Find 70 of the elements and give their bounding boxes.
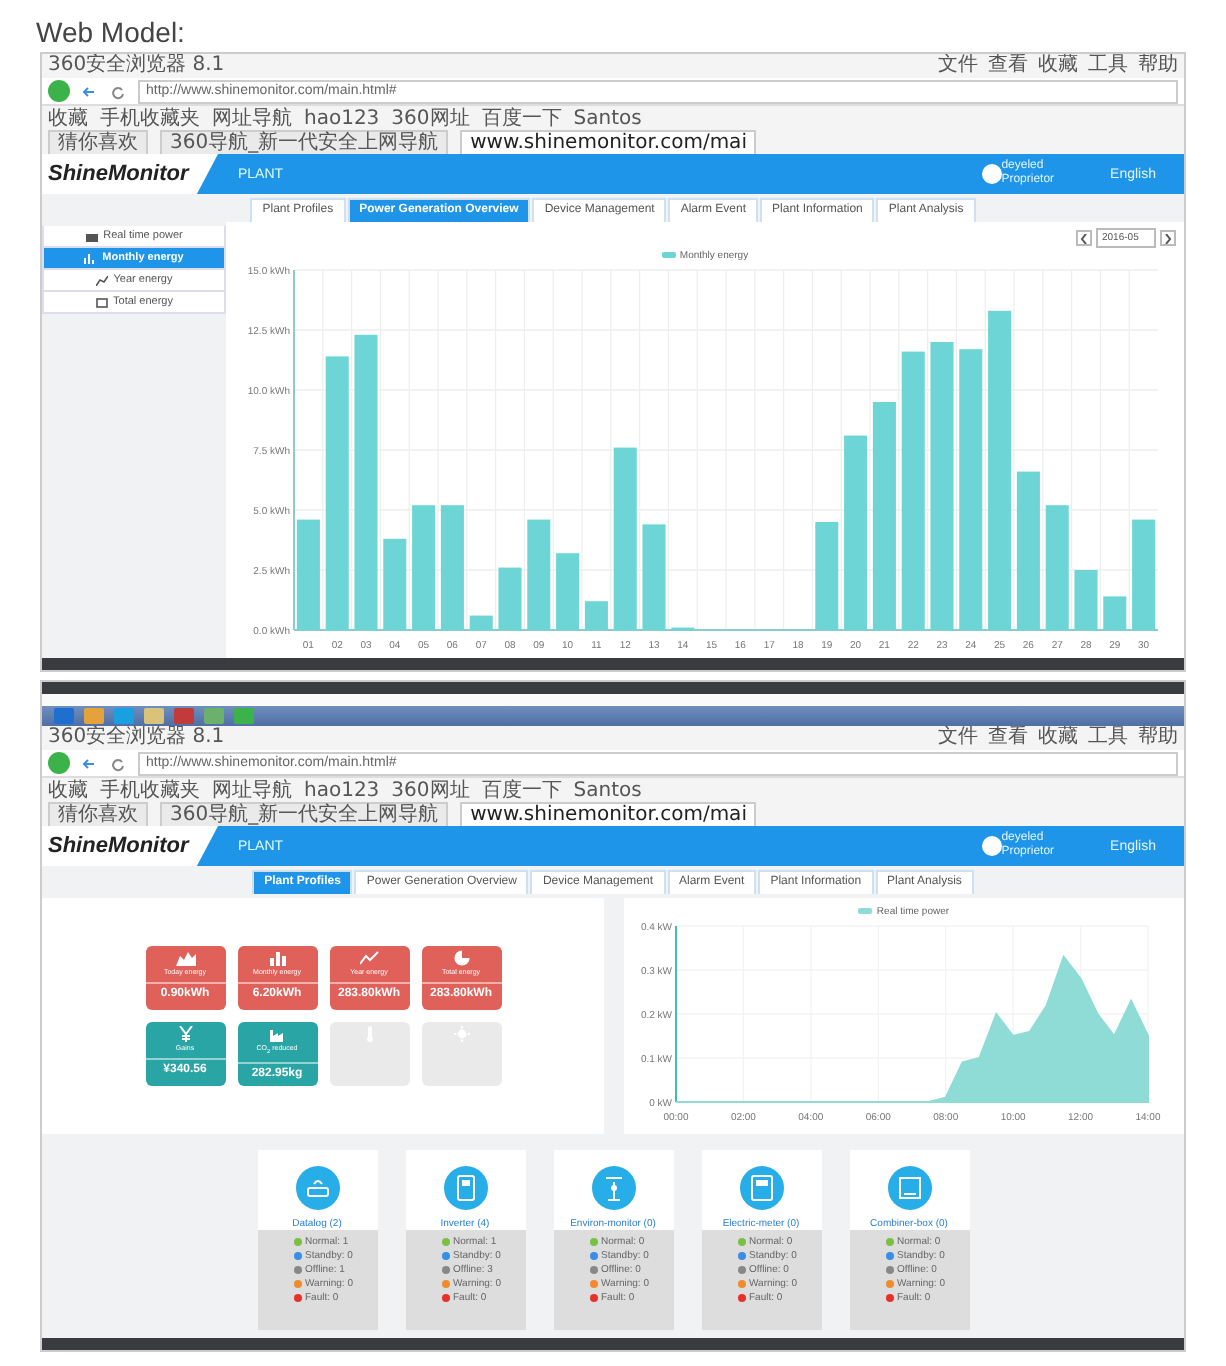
bookmark[interactable]: hao123 bbox=[304, 107, 380, 129]
box-icon bbox=[887, 1166, 931, 1210]
bar bbox=[412, 505, 436, 630]
browser-tab[interactable]: www.shinemonitor.com/mai bbox=[460, 130, 757, 154]
browser-logo-icon bbox=[48, 752, 70, 774]
bar bbox=[815, 522, 839, 630]
logo[interactable]: ShineMonitor bbox=[42, 154, 218, 194]
back-icon[interactable] bbox=[82, 755, 98, 771]
browser-tab[interactable]: www.shinemonitor.com/mai bbox=[460, 802, 757, 826]
browser-menu-item[interactable]: 工具 bbox=[1088, 54, 1128, 78]
bar bbox=[383, 538, 407, 630]
browser-menu-item[interactable]: 查看 bbox=[988, 726, 1028, 750]
bookmark[interactable]: 收藏 bbox=[48, 778, 88, 802]
browser-tab[interactable]: 360导航_新一代安全上网导航 bbox=[160, 130, 449, 154]
line-icon bbox=[359, 950, 379, 966]
bookmark[interactable]: 网址导航 bbox=[212, 778, 292, 802]
yen-icon bbox=[175, 1026, 195, 1042]
browser-menu-item[interactable]: 收藏 bbox=[1038, 54, 1078, 78]
bar bbox=[469, 615, 493, 630]
bookmark[interactable]: 网址导航 bbox=[212, 106, 292, 130]
page-heading: Web Model: bbox=[34, 14, 187, 44]
bookmark[interactable]: Santos bbox=[573, 107, 642, 129]
router-icon bbox=[295, 1166, 339, 1210]
previous-button[interactable] bbox=[1076, 230, 1092, 246]
bookmark[interactable]: 收藏 bbox=[48, 106, 88, 130]
factory-icon bbox=[267, 1026, 287, 1042]
browser-menu-item[interactable]: 查看 bbox=[988, 54, 1028, 78]
folder-icon bbox=[85, 231, 98, 241]
bar bbox=[584, 601, 608, 630]
bars-icon bbox=[84, 253, 97, 263]
bar bbox=[556, 553, 580, 630]
logo[interactable]: ShineMonitor bbox=[42, 826, 218, 866]
bookmark[interactable]: 360网址 bbox=[391, 106, 470, 130]
bar bbox=[1103, 596, 1127, 630]
avatar-icon bbox=[981, 164, 1002, 184]
bookmark[interactable]: Santos bbox=[573, 779, 642, 801]
bookmark[interactable]: 360网址 bbox=[391, 778, 470, 802]
bookmark[interactable]: 百度一下 bbox=[481, 106, 562, 130]
area-icon bbox=[175, 950, 195, 966]
meter-icon bbox=[739, 1166, 783, 1210]
bar bbox=[498, 567, 522, 630]
bookmark[interactable]: 手机收藏夹 bbox=[100, 106, 200, 130]
bar bbox=[1132, 519, 1156, 630]
bar bbox=[1074, 570, 1098, 630]
next-button[interactable] bbox=[1160, 230, 1176, 246]
bookmark[interactable]: hao123 bbox=[304, 779, 380, 801]
bar bbox=[440, 505, 464, 630]
bars-icon bbox=[267, 950, 287, 966]
browser-tab[interactable]: 360导航_新一代安全上网导航 bbox=[160, 802, 449, 826]
grid-icon bbox=[95, 297, 108, 307]
browser-tab[interactable]: 猜你喜欢 bbox=[48, 130, 148, 154]
bookmark[interactable]: 手机收藏夹 bbox=[100, 778, 200, 802]
station-icon bbox=[591, 1166, 635, 1210]
browser-tab[interactable]: 猜你喜欢 bbox=[48, 802, 148, 826]
reload-icon[interactable] bbox=[110, 83, 126, 99]
inverter-icon bbox=[443, 1166, 487, 1210]
line-icon bbox=[95, 275, 108, 285]
browser-logo-icon bbox=[48, 80, 70, 102]
bar bbox=[527, 519, 551, 630]
browser-menu-item[interactable]: 帮助 bbox=[1138, 54, 1178, 78]
bookmark[interactable]: 百度一下 bbox=[481, 778, 562, 802]
browser-menu-item[interactable]: 帮助 bbox=[1138, 726, 1178, 750]
avatar-icon bbox=[981, 836, 1002, 856]
browser-menu-item[interactable]: 收藏 bbox=[1038, 726, 1078, 750]
back-icon[interactable] bbox=[82, 83, 98, 99]
bar bbox=[642, 524, 666, 630]
reload-icon[interactable] bbox=[110, 755, 126, 771]
browser-menu-item[interactable]: 工具 bbox=[1088, 726, 1128, 750]
bar bbox=[1045, 505, 1069, 630]
bar bbox=[296, 519, 320, 630]
